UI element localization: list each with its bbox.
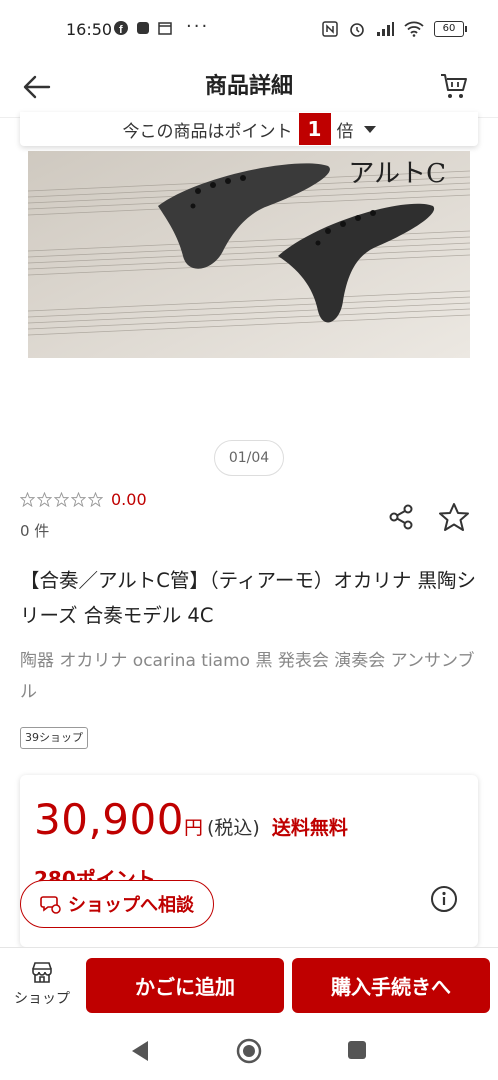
cart-icon[interactable] — [438, 70, 470, 102]
page-title: 商品詳細 — [204, 74, 293, 99]
battery-icon: 60 — [434, 21, 467, 37]
tax-label: (税込) — [206, 817, 260, 839]
image-caption: アルトC — [348, 159, 446, 189]
star-empty-icon — [88, 492, 103, 507]
review-count[interactable]: 0 件 — [20, 520, 49, 541]
star-empty-icon — [37, 492, 52, 507]
status-bar: 16:50 f ··· 60 — [0, 0, 498, 60]
signal-icon — [377, 22, 394, 36]
shop-badge: 39ショップ — [20, 727, 88, 749]
nav-home-icon[interactable] — [236, 1038, 262, 1064]
shop-link-label: ショップ — [14, 991, 70, 1007]
info-icon[interactable] — [430, 885, 458, 913]
price-amount: 30,900 — [34, 795, 184, 844]
caret-down-icon — [363, 125, 376, 133]
alarm-icon — [350, 23, 364, 37]
app-notification-icon — [137, 22, 149, 34]
star-empty-icon — [71, 492, 86, 507]
status-system-icons: 60 — [322, 20, 467, 38]
checkout-button[interactable]: 購入手続きへ — [292, 958, 490, 1013]
wifi-icon — [404, 21, 424, 37]
status-time: 16:50 — [66, 20, 113, 39]
bottom-action-bar: ショップ かごに追加 購入手続きへ — [0, 947, 498, 1022]
price-currency: 円 — [183, 817, 203, 839]
star-rating — [20, 492, 103, 507]
point-banner-suffix: 倍 — [336, 121, 354, 142]
system-nav-bar — [0, 1022, 498, 1080]
calendar-icon — [158, 22, 172, 35]
add-to-cart-button[interactable]: かごに追加 — [86, 958, 284, 1013]
share-icon[interactable] — [386, 502, 416, 532]
price-line: 30,900 円 (税込) 送料無料 — [34, 795, 348, 844]
point-banner-text: 今この商品はポイント — [122, 121, 293, 142]
free-shipping-label: 送料無料 — [271, 817, 348, 839]
facebook-icon: f — [114, 21, 128, 35]
product-title: 【合奏／アルトC管】（ティアーモ）オカリナ 黒陶シリーズ 合奏モデル 4C — [20, 569, 477, 627]
nav-recents-icon[interactable] — [348, 1041, 366, 1059]
consult-shop-button[interactable]: ショップへ相談 — [20, 880, 214, 928]
more-notifications-icon: ··· — [186, 16, 210, 37]
nfc-icon — [322, 21, 338, 37]
app-header: 商品詳細 — [0, 60, 498, 118]
status-notification-icons: f — [114, 21, 172, 35]
chat-bubble-icon — [40, 896, 61, 914]
star-empty-icon — [54, 492, 69, 507]
point-multiplier-badge: 1 — [298, 113, 331, 145]
rating-row[interactable]: 0.00 — [20, 490, 147, 509]
storefront-icon — [32, 962, 52, 983]
product-image[interactable]: アルトC — [28, 151, 470, 358]
rating-value: 0.00 — [111, 490, 147, 509]
star-empty-icon — [20, 492, 35, 507]
point-multiplier-dropdown[interactable]: 今この商品はポイント 1 倍 — [20, 112, 478, 146]
consult-button-label: ショップへ相談 — [68, 895, 194, 916]
image-pager: 01/04 — [214, 440, 284, 476]
product-tags: 陶器 オカリナ ocarina tiamo 黒 発表会 演奏会 アンサンブル — [20, 651, 475, 702]
favorite-star-icon[interactable] — [438, 502, 470, 532]
nav-back-icon[interactable] — [130, 1040, 150, 1062]
shop-link[interactable]: ショップ — [8, 960, 76, 1008]
svg-text:f: f — [119, 24, 123, 35]
